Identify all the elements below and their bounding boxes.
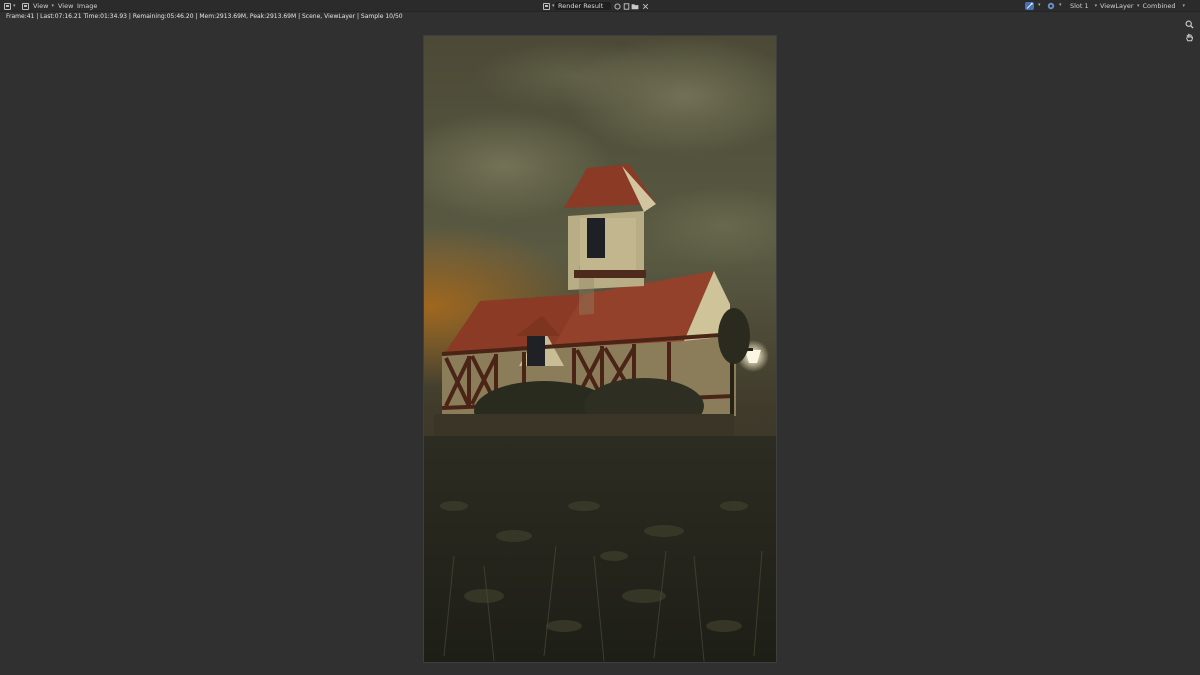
magnifier-icon (1185, 20, 1194, 29)
sample-tool-button[interactable] (1025, 2, 1034, 10)
render-status-text: Frame:41 | Last:07:16.21 Time:01:34.93 |… (6, 13, 403, 20)
image-browse-icon (543, 2, 550, 10)
chevron-down-icon[interactable]: ▾ (1059, 2, 1062, 8)
slot-label: Slot 1 (1070, 2, 1089, 10)
chevron-down-icon: ▾ (51, 3, 54, 9)
view-layer-label: ViewLayer (1100, 2, 1134, 10)
image-editor-icon (4, 2, 11, 10)
render-result-image[interactable] (423, 35, 777, 663)
menu-image[interactable]: Image (76, 2, 98, 10)
chevron-down-icon: ▾ (1137, 3, 1140, 9)
render-pass-label: Combined (1142, 2, 1176, 10)
pan-button[interactable] (1185, 33, 1194, 42)
menu-view[interactable]: View (57, 2, 74, 10)
fake-user-icon[interactable] (613, 2, 621, 10)
render-scene (424, 36, 776, 662)
image-name-field[interactable]: Render Result (555, 2, 611, 10)
image-name-text: Render Result (558, 2, 604, 10)
browse-image-button[interactable]: ▾ (543, 2, 555, 10)
view-layer-selector[interactable]: ViewLayer (1100, 2, 1134, 10)
hand-icon (1186, 33, 1193, 42)
open-folder-icon[interactable] (631, 2, 639, 10)
eyedropper-icon (1026, 2, 1033, 9)
chevron-down-icon: ▾ (1094, 3, 1098, 9)
slot-selector[interactable]: Slot 1 ▾ (1070, 2, 1097, 10)
image-editor-header: ▾ View ▾ View Image ▾ Render Result ▾ ▾ … (0, 0, 1200, 12)
zoom-button[interactable] (1185, 20, 1194, 29)
chevron-down-icon: ▾ (1182, 3, 1186, 9)
display-channels-icon[interactable] (1046, 2, 1055, 10)
view-icon (22, 2, 29, 10)
view-mode-button[interactable]: View ▾ (22, 2, 54, 10)
menu-view-label: View (33, 2, 49, 10)
menu-image-text: Image (77, 2, 98, 10)
close-icon[interactable] (641, 2, 649, 10)
chevron-down-icon: ▾ (13, 3, 16, 9)
chevron-down-icon[interactable]: ▾ (1038, 2, 1041, 8)
menu-view-text: View (58, 2, 74, 10)
new-image-icon[interactable] (622, 2, 630, 10)
editor-type-button[interactable]: ▾ (4, 2, 16, 10)
render-pass-selector[interactable]: ▾ Combined ▾ (1137, 2, 1185, 10)
